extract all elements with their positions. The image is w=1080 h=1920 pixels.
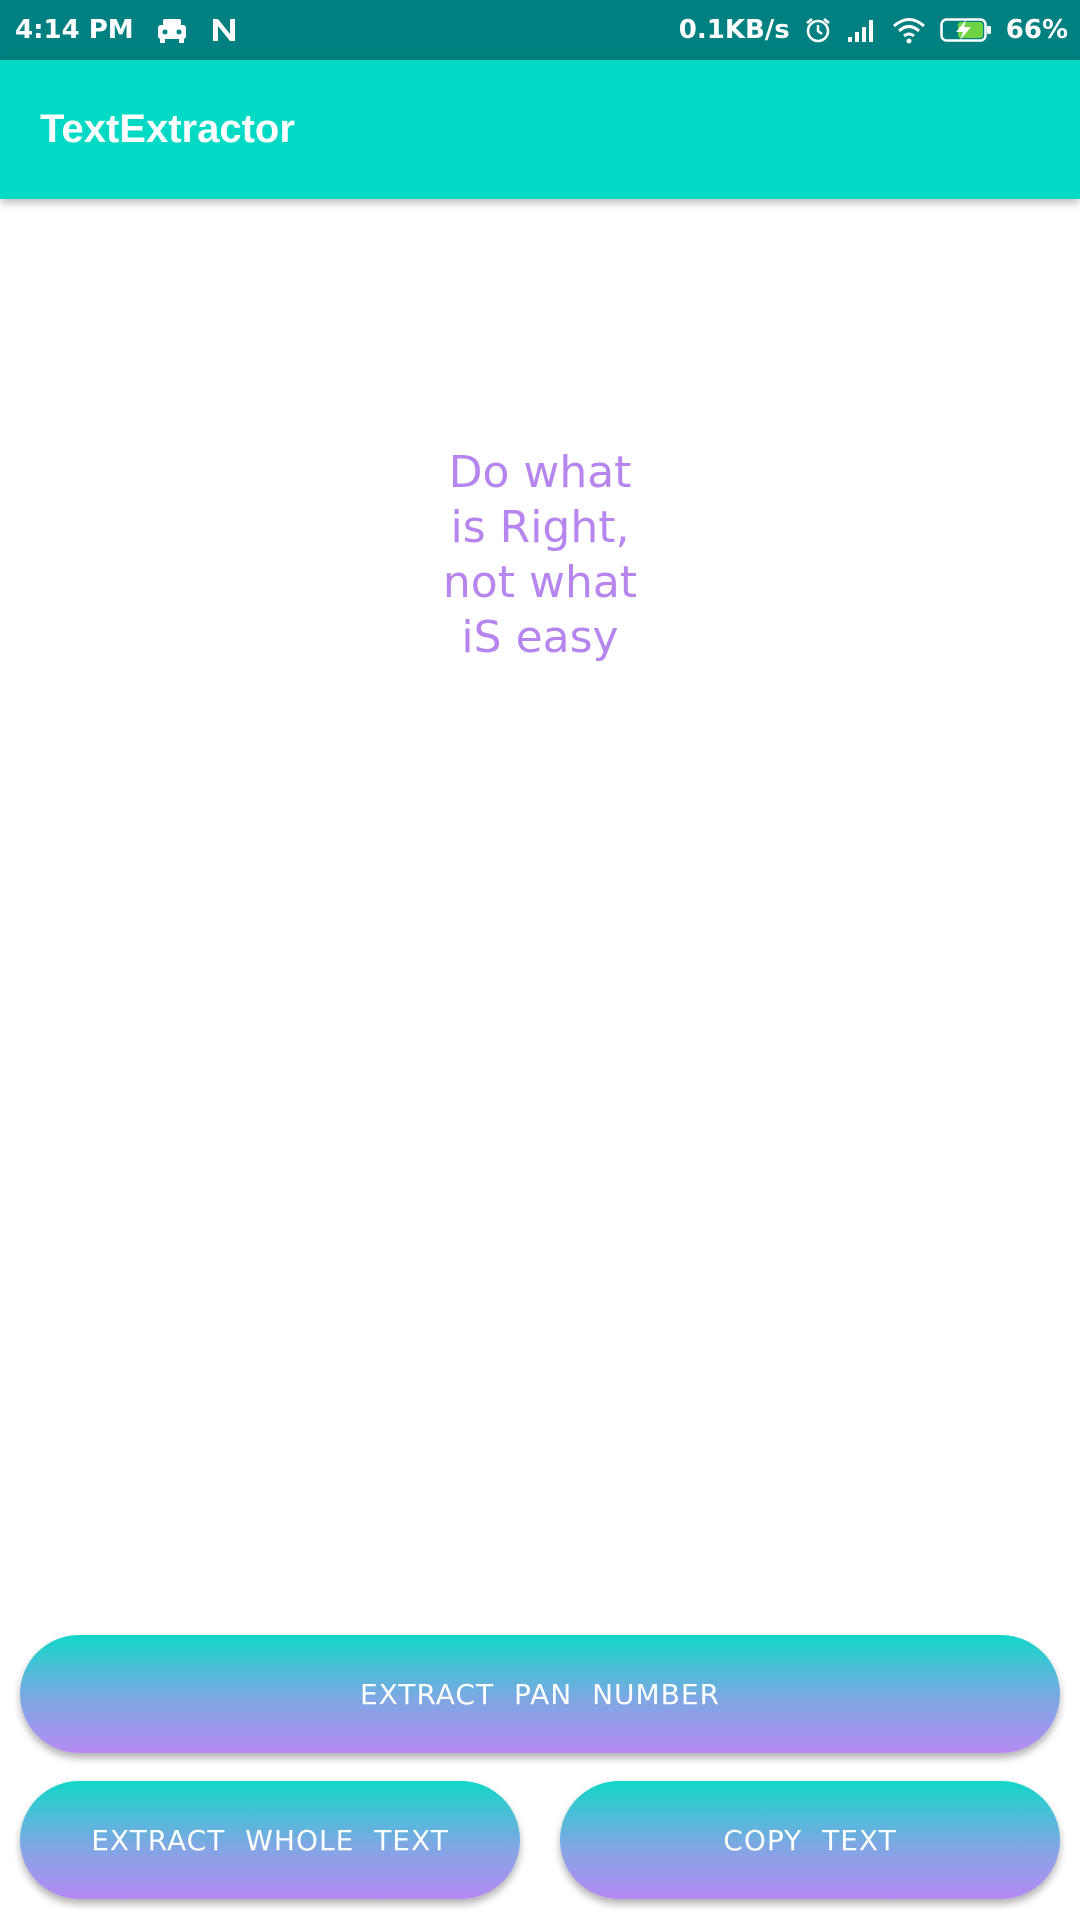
signal-icon [846, 17, 878, 43]
extract-pan-number-button[interactable]: EXTRACT PAN NUMBER [20, 1635, 1060, 1753]
extracted-text: Do what is Right, not what iS easy [442, 447, 638, 663]
copy-text-button[interactable]: COPY TEXT [560, 1781, 1060, 1899]
battery-level: 66% [1005, 15, 1068, 45]
extract-whole-text-button[interactable]: EXTRACT WHOLE TEXT [20, 1781, 520, 1899]
status-right: 0.1KB/s 66% [679, 0, 1068, 60]
notification-car-icon [156, 16, 188, 44]
status-time: 4:14 PM [15, 15, 134, 45]
net-speed: 0.1KB/s [678, 15, 790, 45]
alarm-icon [804, 16, 832, 44]
app-bar: TextExtractor [0, 60, 1080, 199]
status-bar: 4:14 PM 0.1KB/s 66% [0, 0, 1080, 60]
wifi-icon [892, 16, 926, 44]
n-app-icon [210, 16, 238, 44]
status-left: 4:14 PM [15, 0, 238, 60]
battery-charging-icon [940, 17, 992, 43]
app-title: TextExtractor [40, 107, 295, 151]
